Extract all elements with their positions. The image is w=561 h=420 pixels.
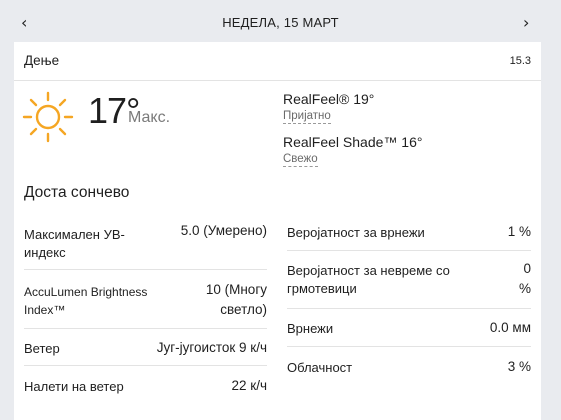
detail-row-brightness: AccuLumen Brightness Index™ 10 (Многу св… — [24, 270, 267, 329]
realfeel-shade-description[interactable]: Свежо — [283, 153, 318, 167]
detail-row-precipitation: Врнежи 0.0 мм — [287, 309, 531, 347]
period-title: Дење — [24, 53, 60, 68]
detail-value: 22 к/ч — [231, 378, 267, 393]
sun-icon — [22, 91, 74, 143]
chevron-right-icon[interactable]: › — [523, 13, 529, 32]
date-title: НЕДЕЛА, 15 МАРТ — [222, 15, 339, 30]
temperature-label: Макс. — [128, 109, 171, 126]
weather-phrase: Доста сончево — [24, 184, 130, 201]
realfeel-shade-value: RealFeel Shade™ 16° — [283, 134, 423, 150]
detail-value: 3 % — [507, 359, 531, 374]
date-navigation: ‹ НЕДЕЛА, 15 МАРТ › — [0, 0, 561, 42]
detail-row-uv: Максимален УВ-индекс 5.0 (Умерено) — [24, 215, 267, 270]
realfeel-description[interactable]: Пријатно — [283, 110, 331, 124]
detail-label: Веројатност за невреме со грмотевици — [287, 263, 450, 296]
detail-label: Облачност — [287, 360, 353, 375]
forecast-card: Дење 15.3 17° Макс. RealFeel® 19° Пријат… — [14, 42, 541, 420]
detail-label: AccuLumen Brightness Index™ — [24, 285, 148, 317]
detail-row-gusts: Налети на ветер 22 к/ч — [24, 366, 267, 406]
detail-value: 5.0 (Умерено) — [180, 223, 267, 238]
detail-value: 0 % — [518, 261, 531, 296]
period-time: 15.3 — [509, 55, 531, 67]
card-header: Дење 15.3 — [14, 42, 541, 81]
detail-label: Веројатност за врнежи — [287, 225, 425, 240]
detail-label: Максимален УВ-индекс — [24, 227, 125, 260]
detail-label: Налети на ветер — [24, 379, 124, 394]
detail-value: 1 % — [507, 224, 531, 239]
detail-label: Врнежи — [287, 321, 334, 336]
detail-value: 10 (Многу светло) — [205, 282, 267, 317]
detail-row-precip-probability: Веројатност за врнежи 1 % — [287, 215, 531, 251]
detail-row-cloud-cover: Облачност 3 % — [287, 347, 531, 383]
detail-label: Ветер — [24, 341, 60, 356]
detail-value: Југ-југоисток 9 к/ч — [156, 340, 267, 355]
realfeel-value: RealFeel® 19° — [283, 91, 375, 107]
detail-row-wind: Ветер Југ-југоисток 9 к/ч — [24, 329, 267, 366]
detail-row-thunderstorm-probability: Веројатност за невреме со грмотевици 0 % — [287, 251, 531, 309]
detail-value: 0.0 мм — [489, 320, 531, 335]
